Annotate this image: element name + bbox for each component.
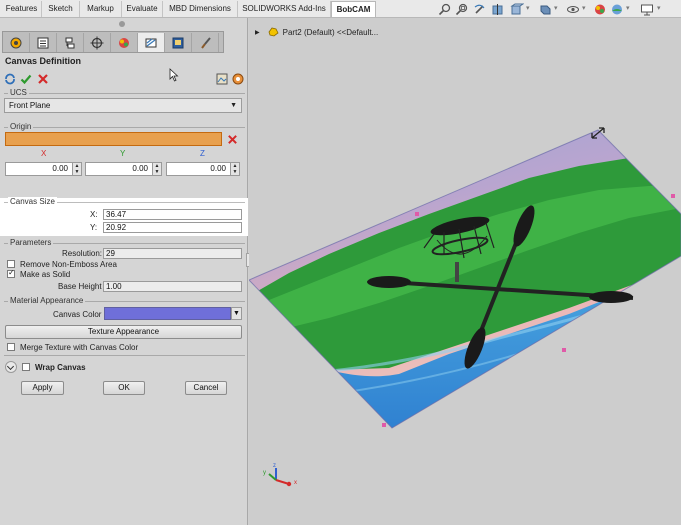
cancel-button[interactable]: Cancel <box>185 381 227 395</box>
feature-tree-flyout[interactable]: ▶ Part2 (Default) <<Default... <box>255 27 378 37</box>
preview-icon[interactable] <box>216 73 228 85</box>
svg-text:x: x <box>294 480 297 486</box>
help-icon[interactable] <box>232 73 244 85</box>
origin-selection-field[interactable] <box>5 132 222 146</box>
bobcam-tree-icon[interactable] <box>138 33 165 52</box>
cancel-x-icon[interactable] <box>37 73 49 85</box>
resolution-label: Resolution: <box>62 249 103 258</box>
property-manager-panel: Canvas Definition UCS Front Plane ▼ Orig… <box>0 18 248 525</box>
clear-selection-icon[interactable] <box>225 133 239 146</box>
tab-features[interactable]: Features <box>2 1 42 17</box>
propertymanager-icon[interactable] <box>30 33 57 52</box>
zoom-area-icon[interactable] <box>455 3 469 16</box>
part-icon <box>268 27 279 37</box>
view-settings-icon[interactable] <box>640 3 654 16</box>
canvas-y-input[interactable]: 20.92 <box>103 222 242 233</box>
canvas-y-label: Y: <box>90 223 98 232</box>
svg-text:z: z <box>273 463 276 469</box>
origin-z-axis-label: Z <box>200 149 205 158</box>
panel-title: Canvas Definition <box>5 56 82 66</box>
origin-z-input[interactable]: 0.00 <box>166 162 231 176</box>
tab-bobcam[interactable]: BobCAM <box>331 1 376 17</box>
origin-x-axis-label: X <box>41 149 47 158</box>
ucs-label: UCS <box>8 88 29 97</box>
origin-z-spinner[interactable]: ▲ ▼ <box>230 162 240 176</box>
refresh-icon[interactable] <box>4 73 16 85</box>
ucs-selected-value: Front Plane <box>9 101 51 110</box>
previous-view-icon[interactable] <box>473 3 487 16</box>
canvas-model-view[interactable]: z x y <box>249 18 681 525</box>
command-manager-tabs: Features Sketch Markup Evaluate MBD Dime… <box>0 0 681 18</box>
search-icon[interactable] <box>438 3 452 16</box>
origin-y-axis-label: Y <box>120 149 126 158</box>
expand-triangle-icon[interactable]: ▶ <box>255 29 260 36</box>
canvas-texture-image <box>249 130 681 428</box>
resolution-input[interactable]: 29 <box>103 248 242 259</box>
wrap-canvas-checkbox[interactable] <box>22 363 30 371</box>
section-view-icon[interactable] <box>491 3 505 16</box>
base-height-label: Base Height <box>58 282 102 291</box>
base-height-input[interactable]: 1.00 <box>103 281 242 292</box>
canvas-x-label: X: <box>90 210 98 219</box>
ucs-select[interactable]: Front Plane ▼ <box>4 98 242 113</box>
tab-evaluate[interactable]: Evaluate <box>122 1 163 17</box>
view-orientation-icon[interactable] <box>510 3 524 16</box>
merge-texture-label: Merge Texture with Canvas Color <box>20 343 139 352</box>
svg-text:y: y <box>263 470 266 476</box>
merge-texture-checkbox[interactable] <box>7 343 15 351</box>
wrap-canvas-label: Wrap Canvas <box>35 363 86 372</box>
tab-solidworks-add-ins[interactable]: SOLIDWORKS Add-Ins <box>238 1 331 17</box>
dimxpert-icon[interactable] <box>84 33 111 52</box>
origin-y-spinner[interactable]: ▲ ▼ <box>152 162 162 176</box>
mouse-cursor-icon <box>169 68 179 82</box>
make-as-solid-checkbox[interactable] <box>7 268 15 278</box>
material-appearance-label: Material Appearance <box>8 296 86 305</box>
ok-check-icon[interactable] <box>20 73 32 85</box>
tab-sketch[interactable]: Sketch <box>42 1 80 17</box>
ok-button[interactable]: OK <box>103 381 145 395</box>
origin-x-spinner[interactable]: ▲ ▼ <box>72 162 82 176</box>
part-name: Part2 (Default) <<Default... <box>282 27 379 37</box>
apply-scene-icon[interactable] <box>610 3 624 16</box>
make-as-solid-label: Make as Solid <box>20 270 71 279</box>
edit-appearance-icon[interactable] <box>593 3 607 16</box>
apply-button[interactable]: Apply <box>21 381 64 395</box>
remove-non-emboss-label: Remove Non-Emboss Area <box>20 260 117 269</box>
graphics-viewport[interactable]: z x y <box>249 18 681 525</box>
expand-chevron-icon[interactable] <box>5 361 17 373</box>
axis-triad-icon: z x y <box>263 463 297 487</box>
tab-markup[interactable]: Markup <box>80 1 122 17</box>
canvas-color-swatch[interactable] <box>104 307 231 320</box>
display-manager-icon[interactable] <box>111 33 138 52</box>
bobcam-machine-icon[interactable] <box>165 33 192 52</box>
featuremanager-icon[interactable] <box>3 33 30 52</box>
parameters-label: Parameters <box>8 238 54 247</box>
hide-show-icon[interactable] <box>566 3 580 16</box>
canvas-size-label: Canvas Size <box>8 197 57 206</box>
configurationmanager-icon[interactable] <box>57 33 84 52</box>
panel-tab-strip <box>2 31 224 53</box>
paint-brush-icon[interactable] <box>192 33 219 52</box>
canvas-color-label: Canvas Color <box>53 310 102 319</box>
display-style-icon[interactable] <box>538 3 552 16</box>
origin-x-input[interactable]: 0.00 <box>5 162 73 176</box>
origin-label: Origin <box>8 122 34 131</box>
tab-mbd-dimensions[interactable]: MBD Dimensions <box>163 1 238 17</box>
panel-grip[interactable] <box>119 21 125 27</box>
texture-appearance-button[interactable]: Texture Appearance <box>5 325 242 339</box>
origin-y-input[interactable]: 0.00 <box>85 162 153 176</box>
canvas-x-input[interactable]: 36.47 <box>103 209 242 220</box>
canvas-color-dropdown[interactable]: ▼ <box>231 307 242 320</box>
chevron-down-icon: ▼ <box>230 102 237 109</box>
remove-non-emboss-checkbox[interactable] <box>7 260 15 268</box>
